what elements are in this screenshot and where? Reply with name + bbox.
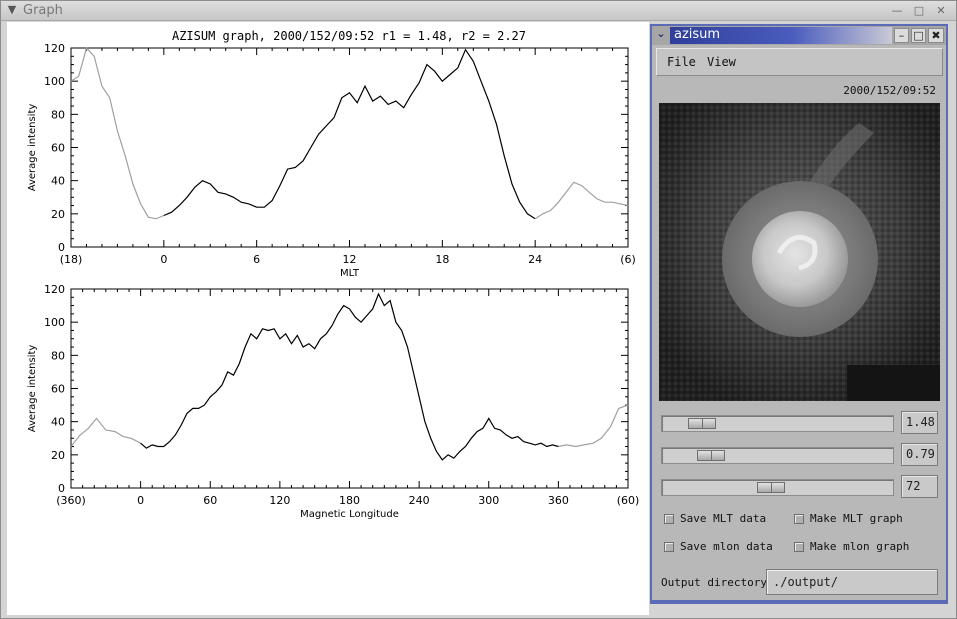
maximize-icon[interactable]: □ bbox=[911, 28, 926, 43]
x-tick-label: 24 bbox=[528, 253, 542, 266]
output-directory-label: Output directory bbox=[661, 576, 767, 589]
y-axis-label: Average intensity bbox=[27, 104, 38, 192]
x-tick-label: (60) bbox=[617, 494, 640, 507]
series-line-1 bbox=[140, 292, 559, 461]
graph-canvas: AZISUM graph, 2000/152/09:52 r1 = 1.48, … bbox=[7, 22, 649, 615]
x-tick-label: (360) bbox=[56, 494, 86, 507]
x-tick-label: 300 bbox=[478, 494, 499, 507]
y-tick-label: 20 bbox=[51, 208, 65, 221]
window-title: Graph bbox=[23, 3, 63, 18]
x-tick-label: 0 bbox=[160, 253, 167, 266]
r1-slider-thumb[interactable] bbox=[688, 418, 717, 429]
y-tick-label: 40 bbox=[51, 416, 65, 429]
r2-slider[interactable] bbox=[661, 447, 894, 464]
third-value-field[interactable]: 72 bbox=[901, 475, 938, 498]
x-axis-label: MLT bbox=[340, 268, 360, 279]
x-tick-label: (6) bbox=[620, 253, 636, 266]
checkbox-label: Save MLT data bbox=[680, 512, 767, 525]
graph-titlebar[interactable]: ▼ Graph — □ ✕ bbox=[1, 1, 956, 21]
plots-svg: AZISUM graph, 2000/152/09:52 r1 = 1.48, … bbox=[27, 29, 639, 520]
series-line-1 bbox=[163, 48, 536, 220]
close-icon[interactable]: ✖ bbox=[928, 28, 944, 43]
close-icon[interactable]: ✕ bbox=[933, 3, 949, 18]
x-tick-label: 18 bbox=[435, 253, 449, 266]
mlon-plot: 020406080100120(360) 0 60 120 180 240 300 360 (6… bbox=[27, 283, 639, 520]
image-timestamp: 2000/152/09:52 bbox=[843, 84, 936, 97]
y-tick-label: 100 bbox=[44, 75, 65, 88]
x-tick-label: 6 bbox=[253, 253, 260, 266]
y-tick-label: 60 bbox=[51, 142, 65, 155]
x-axis-label: Magnetic Longitude bbox=[300, 509, 399, 520]
series-line-0 bbox=[70, 46, 165, 220]
mlt-plot: 020406080100120(18) 0 6 12 18 24 (6)MLTAverage… bbox=[27, 42, 636, 279]
plot-title: AZISUM graph, 2000/152/09:52 r1 = 1.48, … bbox=[172, 29, 526, 43]
y-tick-label: 120 bbox=[44, 42, 65, 55]
output-directory-input[interactable]: ./output/ bbox=[766, 569, 938, 595]
x-tick-label: 120 bbox=[269, 494, 290, 507]
y-tick-label: 20 bbox=[51, 449, 65, 462]
x-tick-label: 240 bbox=[409, 494, 430, 507]
window-menu-icon[interactable]: ▼ bbox=[5, 3, 19, 17]
azisum-title-tab: azisum bbox=[670, 27, 892, 44]
r2-value-field[interactable]: 0.79 bbox=[901, 443, 938, 466]
checkbox-box[interactable] bbox=[794, 541, 804, 552]
azisum-titlebar[interactable]: ⌄ azisum – □ ✖ bbox=[652, 26, 946, 45]
y-tick-label: 100 bbox=[44, 316, 65, 329]
y-axis-label: Average intensity bbox=[27, 345, 38, 433]
plot-frame bbox=[70, 288, 629, 489]
series-line-2 bbox=[558, 404, 629, 448]
checkbox-box[interactable] bbox=[664, 541, 674, 552]
checkbox-label: Save mlon data bbox=[680, 540, 773, 553]
y-tick-label: 40 bbox=[51, 175, 65, 188]
checkbox-box[interactable] bbox=[794, 513, 804, 524]
third-slider-thumb[interactable] bbox=[757, 482, 786, 493]
series-line-0 bbox=[70, 417, 141, 447]
checkbox-box[interactable] bbox=[664, 513, 674, 524]
x-tick-label: 360 bbox=[548, 494, 569, 507]
azisum-window: ⌄ azisum – □ ✖ File View 2000/152/09:52 bbox=[650, 24, 948, 604]
x-tick-label: 60 bbox=[203, 494, 217, 507]
maximize-icon[interactable]: □ bbox=[911, 3, 927, 18]
r1-value-field[interactable]: 1.48 bbox=[901, 411, 938, 434]
plot-frame bbox=[70, 47, 629, 248]
menu-view[interactable]: View bbox=[707, 55, 736, 69]
y-tick-label: 120 bbox=[44, 283, 65, 296]
x-tick-label: 12 bbox=[343, 253, 357, 266]
checkbox-label: Make MLT graph bbox=[810, 512, 903, 525]
minimize-icon[interactable]: – bbox=[894, 28, 909, 43]
make-mlt-graph-checkbox[interactable]: Make MLT graph bbox=[794, 512, 903, 525]
series-line-2 bbox=[534, 181, 629, 220]
r1-slider[interactable] bbox=[661, 415, 894, 432]
y-tick-label: 80 bbox=[51, 108, 65, 121]
menu-file[interactable]: File bbox=[667, 55, 696, 69]
menu-bar: File View bbox=[656, 48, 943, 76]
make-mlon-graph-checkbox[interactable]: Make mlon graph bbox=[794, 540, 909, 553]
window-menu-icon[interactable]: ⌄ bbox=[654, 27, 668, 41]
save-mlon-checkbox[interactable]: Save mlon data bbox=[664, 540, 773, 553]
r2-slider-thumb[interactable] bbox=[696, 450, 725, 461]
checkbox-label: Make mlon graph bbox=[810, 540, 910, 553]
save-mlt-checkbox[interactable]: Save MLT data bbox=[664, 512, 766, 525]
x-tick-label: 0 bbox=[137, 494, 144, 507]
aurora-image bbox=[659, 103, 940, 401]
x-tick-label: 180 bbox=[339, 494, 360, 507]
third-slider[interactable] bbox=[661, 479, 894, 496]
y-tick-label: 80 bbox=[51, 349, 65, 362]
window-title: azisum bbox=[674, 27, 721, 42]
aurora-svg bbox=[659, 103, 940, 401]
minimize-icon[interactable]: — bbox=[889, 3, 905, 18]
x-tick-label: (18) bbox=[60, 253, 83, 266]
y-tick-label: 60 bbox=[51, 383, 65, 396]
